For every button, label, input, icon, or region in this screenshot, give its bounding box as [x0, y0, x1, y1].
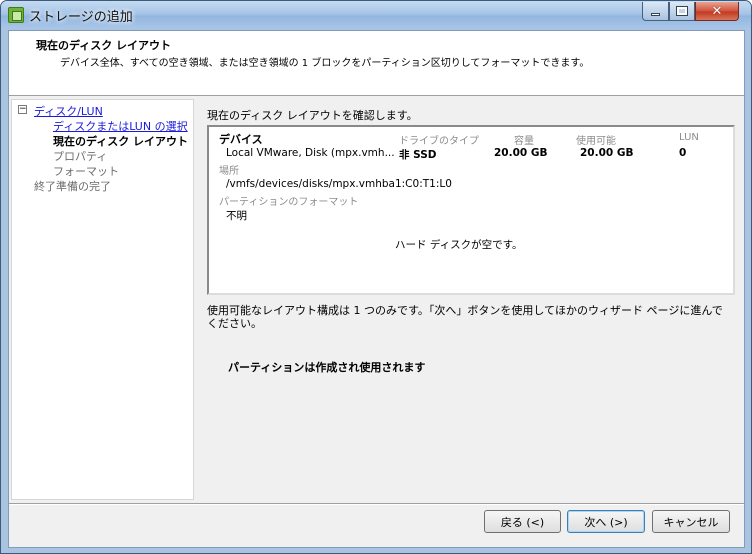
- title-bar[interactable]: ストレージの追加 ✕: [1, 1, 751, 29]
- wizard-step-nav: − ディスク/LUN ディスクまたはLUN の選択 現在のディスク レイアウト …: [11, 99, 194, 500]
- maximize-button[interactable]: [669, 2, 695, 21]
- column-capacity: 容量: [514, 136, 534, 147]
- wizard-header: 現在のディスク レイアウト デバイス全体、すべての空き領域、または空き領域の 1…: [9, 31, 744, 96]
- nav-item-format: フォーマット: [53, 165, 119, 178]
- lun-value: 0: [679, 147, 687, 159]
- column-drive-type: ドライブのタイプ: [399, 136, 479, 147]
- page-title: 現在のディスク レイアウト: [36, 39, 172, 52]
- close-button[interactable]: ✕: [695, 2, 739, 21]
- maximize-icon: [676, 6, 688, 16]
- footer-divider: [9, 503, 744, 505]
- partition-notice: パーティションは作成され使用されます: [228, 361, 426, 374]
- partition-format-value: 不明: [226, 210, 247, 222]
- wizard-window: ストレージの追加 ✕ 現在のディスク レイアウト デバイス全体、すべての空き領域…: [0, 0, 752, 554]
- page-subtitle: デバイス全体、すべての空き領域、または空き領域の 1 ブロックをパーティション区…: [60, 58, 590, 69]
- storage-wizard-icon: [8, 7, 24, 23]
- back-button[interactable]: 戻る (<): [484, 510, 561, 533]
- column-available: 使用可能: [576, 136, 616, 147]
- next-button[interactable]: 次へ (>): [567, 510, 645, 533]
- nav-group-disk-lun[interactable]: ディスク/LUN: [34, 103, 103, 119]
- cancel-button[interactable]: キャンセル: [652, 510, 730, 533]
- nav-item-properties: プロパティ: [53, 150, 108, 163]
- disk-layout-panel: デバイス ドライブのタイプ 容量 使用可能 LUN Local VMware, …: [207, 125, 735, 295]
- wizard-client-area: 現在のディスク レイアウト デバイス全体、すべての空き領域、または空き領域の 1…: [8, 30, 745, 548]
- column-lun: LUN: [679, 132, 699, 143]
- empty-disk-message: ハード ディスクが空です。: [395, 239, 523, 251]
- device-name: Local VMware, Disk (mpx.vmh...: [226, 147, 395, 159]
- partition-format-label: パーティションのフォーマット: [219, 197, 359, 208]
- layout-description: 使用可能なレイアウト構成は 1 つのみです。「次へ」ボタンを使用してほかのウィザ…: [207, 304, 723, 330]
- main-content: 現在のディスク レイアウトを確認します。 デバイス ドライブのタイプ 容量 使用…: [197, 99, 744, 500]
- nav-item-current-layout: 現在のディスク レイアウト: [53, 135, 189, 148]
- location-value: /vmfs/devices/disks/mpx.vmhba1:C0:T1:L0: [226, 178, 452, 190]
- nav-item-select-disk[interactable]: ディスクまたはLUN の選択: [53, 118, 188, 134]
- drive-type-value: 非 SSD: [399, 149, 437, 161]
- intro-text: 現在のディスク レイアウトを確認します。: [207, 109, 418, 122]
- window-title: ストレージの追加: [29, 10, 133, 25]
- minimize-button[interactable]: [642, 2, 669, 21]
- location-label: 場所: [219, 166, 239, 177]
- available-value: 20.00 GB: [580, 147, 634, 159]
- column-device: デバイス: [219, 133, 263, 146]
- nav-item-ready-to-complete: 終了準備の完了: [34, 180, 111, 193]
- collapse-minus-icon[interactable]: −: [18, 105, 27, 114]
- capacity-value: 20.00 GB: [494, 147, 548, 159]
- minimize-icon: [651, 12, 660, 16]
- close-icon: ✕: [711, 3, 723, 19]
